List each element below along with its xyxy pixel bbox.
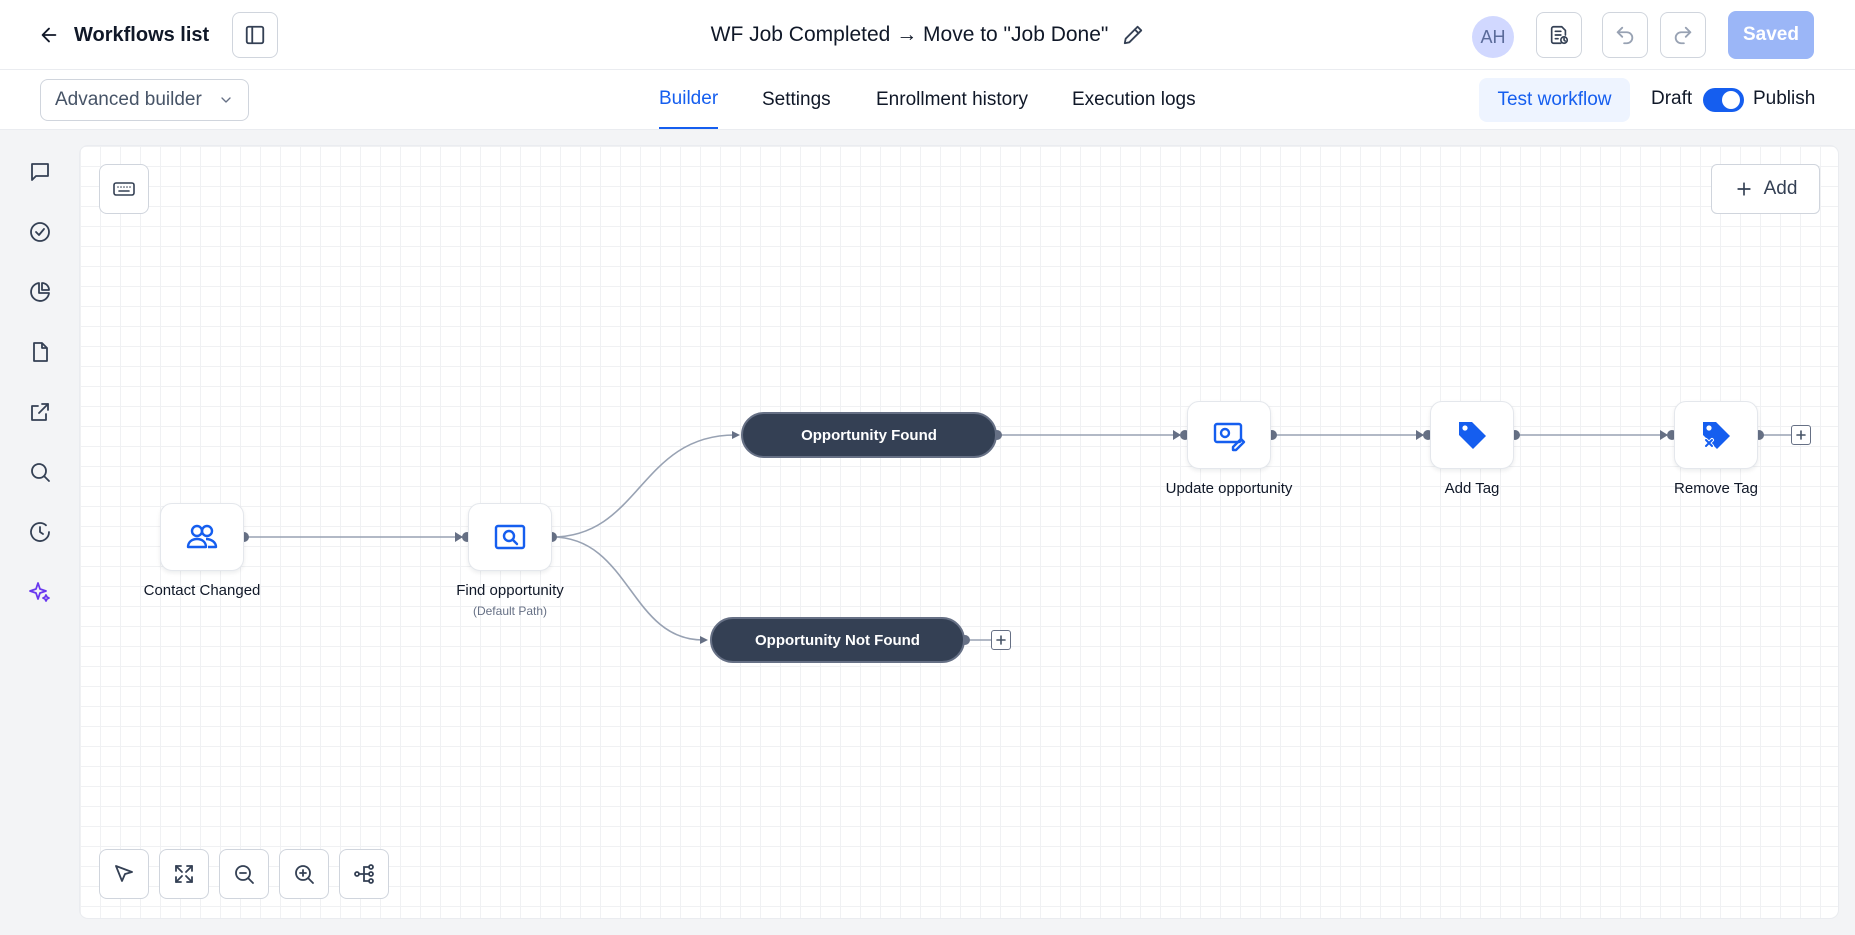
undo-icon <box>1616 26 1634 45</box>
tag-icon <box>1459 422 1486 449</box>
arrow-left-icon <box>41 27 57 43</box>
zoom-out-icon <box>235 865 254 884</box>
arrow-into-found <box>732 431 740 439</box>
node-remove-tag[interactable] <box>1674 401 1758 469</box>
auto-layout-button[interactable] <box>339 849 389 899</box>
arrow-into-removetag <box>1660 430 1668 440</box>
arrow-into-notfound <box>700 636 708 644</box>
node-update-opportunity[interactable] <box>1187 401 1271 469</box>
add-step-after-not-found[interactable] <box>991 630 1011 650</box>
node-find-opportunity-label: Find opportunity <box>456 582 564 599</box>
rail-share[interactable] <box>24 396 56 428</box>
left-icon-rail <box>0 130 80 935</box>
rail-documents[interactable] <box>24 336 56 368</box>
cursor-pointer-icon <box>115 865 133 882</box>
user-avatar[interactable]: AH <box>1472 16 1514 58</box>
users-icon <box>186 524 218 549</box>
back-to-workflows-link[interactable]: Workflows list <box>38 20 209 50</box>
rail-history[interactable] <box>24 516 56 548</box>
history-icon <box>30 522 50 542</box>
edge-find-to-found <box>551 434 736 538</box>
rail-comments[interactable] <box>24 156 56 188</box>
sidebar-panel-icon <box>245 25 265 45</box>
zoom-in-button[interactable] <box>279 849 329 899</box>
toggle-sidebar-button[interactable] <box>232 12 278 58</box>
zoom-out-button[interactable] <box>219 849 269 899</box>
sub-toolbar: Advanced builder Builder Settings Enroll… <box>0 70 1855 130</box>
arrow-into-addtag <box>1416 430 1424 440</box>
node-update-opportunity-label: Update opportunity <box>1165 480 1293 497</box>
builder-mode-value: Advanced builder <box>55 89 202 110</box>
node-find-opportunity-sublabel: (Default Path) <box>472 604 548 618</box>
edit-title-pencil-icon[interactable] <box>1122 24 1144 46</box>
expand-icon <box>175 865 193 883</box>
chevron-down-icon <box>221 97 231 103</box>
flow-tree-icon <box>354 864 374 884</box>
top-bar: Workflows list WF Job Completed → Move t… <box>0 0 1855 70</box>
toggle-knob <box>1722 91 1740 109</box>
arrow-into-find <box>455 532 463 542</box>
rail-ai-assistant[interactable] <box>24 576 56 608</box>
draft-label: Draft <box>1651 88 1693 109</box>
back-link-label: Workflows list <box>74 23 210 46</box>
node-remove-tag-label: Remove Tag <box>1674 480 1758 497</box>
remove-tag-icon <box>1703 422 1730 449</box>
version-history-button[interactable] <box>1536 12 1582 58</box>
publish-toggle[interactable] <box>1703 88 1744 112</box>
rail-analytics[interactable] <box>24 276 56 308</box>
document-icon <box>33 342 48 362</box>
node-contact-changed[interactable] <box>160 503 244 571</box>
pie-chart-icon <box>30 282 50 302</box>
publish-label: Publish <box>1753 88 1816 109</box>
builder-mode-select[interactable]: Advanced builder <box>40 79 249 121</box>
workflow-edges <box>239 430 1791 645</box>
sparkle-icon <box>29 582 50 602</box>
external-link-icon <box>31 403 49 421</box>
node-add-tag[interactable] <box>1430 401 1514 469</box>
tab-settings[interactable]: Settings <box>762 70 831 129</box>
node-contact-changed-label: Contact Changed <box>143 582 261 599</box>
add-step-after-remove-tag[interactable] <box>1791 425 1811 445</box>
undo-button[interactable] <box>1602 12 1648 58</box>
node-add-tag-label: Add Tag <box>1444 480 1500 497</box>
check-circle-icon <box>30 222 50 242</box>
arrow-into-update <box>1173 430 1181 440</box>
avatar-initials: AH <box>1480 26 1506 47</box>
update-opportunity-icon <box>1213 422 1246 452</box>
select-tool-button[interactable] <box>99 849 149 899</box>
branch-opportunity-not-found[interactable]: Opportunity Not Found <box>710 617 965 663</box>
plus-icon <box>1796 430 1806 440</box>
test-workflow-button[interactable]: Test workflow <box>1479 78 1630 122</box>
fit-view-button[interactable] <box>159 849 209 899</box>
node-find-opportunity[interactable] <box>468 503 552 571</box>
workflow-canvas[interactable]: Add Contact Changed Find opportunity (De… <box>80 146 1838 918</box>
zoom-in-icon <box>295 865 314 884</box>
find-opportunity-icon <box>494 524 526 550</box>
tab-enrollment-history[interactable]: Enrollment history <box>876 70 1028 129</box>
redo-icon <box>1674 26 1692 45</box>
redo-button[interactable] <box>1660 12 1706 58</box>
message-icon <box>31 163 49 181</box>
tab-builder[interactable]: Builder <box>659 70 719 129</box>
branch-opportunity-found[interactable]: Opportunity Found <box>741 412 997 458</box>
search-icon <box>31 463 50 482</box>
saved-button[interactable]: Saved <box>1728 11 1814 59</box>
tab-execution-logs[interactable]: Execution logs <box>1072 70 1196 129</box>
workflow-title-text: WF Job Completed → Move to "Job Done" <box>710 23 1109 46</box>
rail-checks[interactable] <box>24 216 56 248</box>
rail-search[interactable] <box>24 456 56 488</box>
plus-icon <box>996 635 1006 645</box>
document-refresh-icon <box>1550 25 1569 45</box>
